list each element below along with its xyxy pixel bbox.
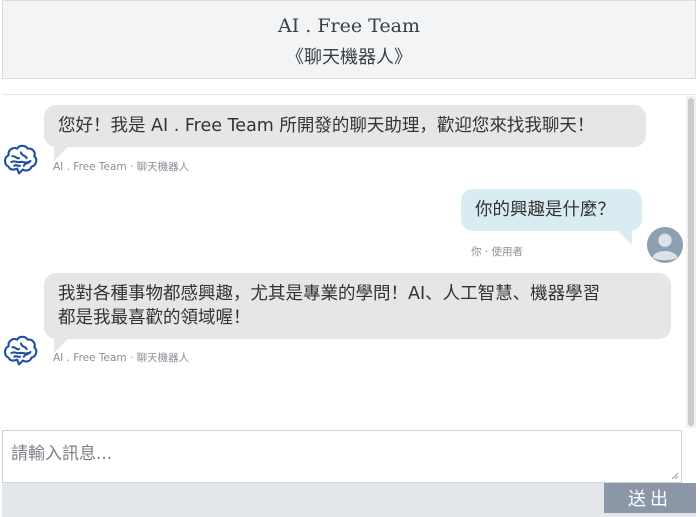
- brain-icon: [4, 335, 38, 366]
- input-toolbar: [2, 483, 696, 517]
- message-input-container: [2, 430, 682, 483]
- chat-scrollbar[interactable]: [686, 96, 696, 428]
- bot-message-meta: AI . Free Team · 聊天機器人: [53, 161, 190, 173]
- bot-message-meta: AI . Free Team · 聊天機器人: [53, 352, 190, 364]
- header-subtitle: 《聊天機器人》: [286, 47, 412, 68]
- header-title: AI . Free Team: [278, 15, 420, 37]
- brain-icon: [4, 144, 38, 175]
- message-list[interactable]: 您好！我是 AI . Free Team 所開發的聊天助理，歡迎您來找我聊天！ …: [0, 96, 686, 428]
- chat-app: AI . Free Team 《聊天機器人》 您好！我是 AI . Free T…: [0, 0, 700, 517]
- user-message-bubble: 你的興趣是什麼？: [461, 189, 642, 245]
- bot-message-bubble: 我對各種事物都感興趣，尤其是專業的學問！AI、人工智慧、機器學習 都是我最喜歡的…: [44, 273, 671, 353]
- chat-header: AI . Free Team 《聊天機器人》: [2, 0, 696, 79]
- scrollbar-thumb[interactable]: [688, 98, 694, 426]
- send-button[interactable]: 送出: [604, 483, 696, 513]
- message-text: 您好！我是 AI . Free Team 所開發的聊天助理，歡迎您來找我聊天！: [58, 116, 595, 136]
- message-text: 你的興趣是什麼？: [475, 200, 615, 220]
- resize-grip-icon[interactable]: [671, 472, 679, 480]
- message-text-line: 都是我最喜歡的領域喔！: [58, 308, 251, 328]
- message-text-line: 我對各種事物都感興趣，尤其是專業的學問！AI、人工智慧、機器學習: [58, 284, 601, 304]
- bot-message-bubble: 您好！我是 AI . Free Team 所開發的聊天助理，歡迎您來找我聊天！: [44, 105, 646, 161]
- header-divider: [2, 79, 696, 95]
- user-message-meta: 你 · 使用者: [471, 246, 524, 258]
- user-avatar-icon: [646, 226, 684, 264]
- message-input[interactable]: [3, 431, 681, 482]
